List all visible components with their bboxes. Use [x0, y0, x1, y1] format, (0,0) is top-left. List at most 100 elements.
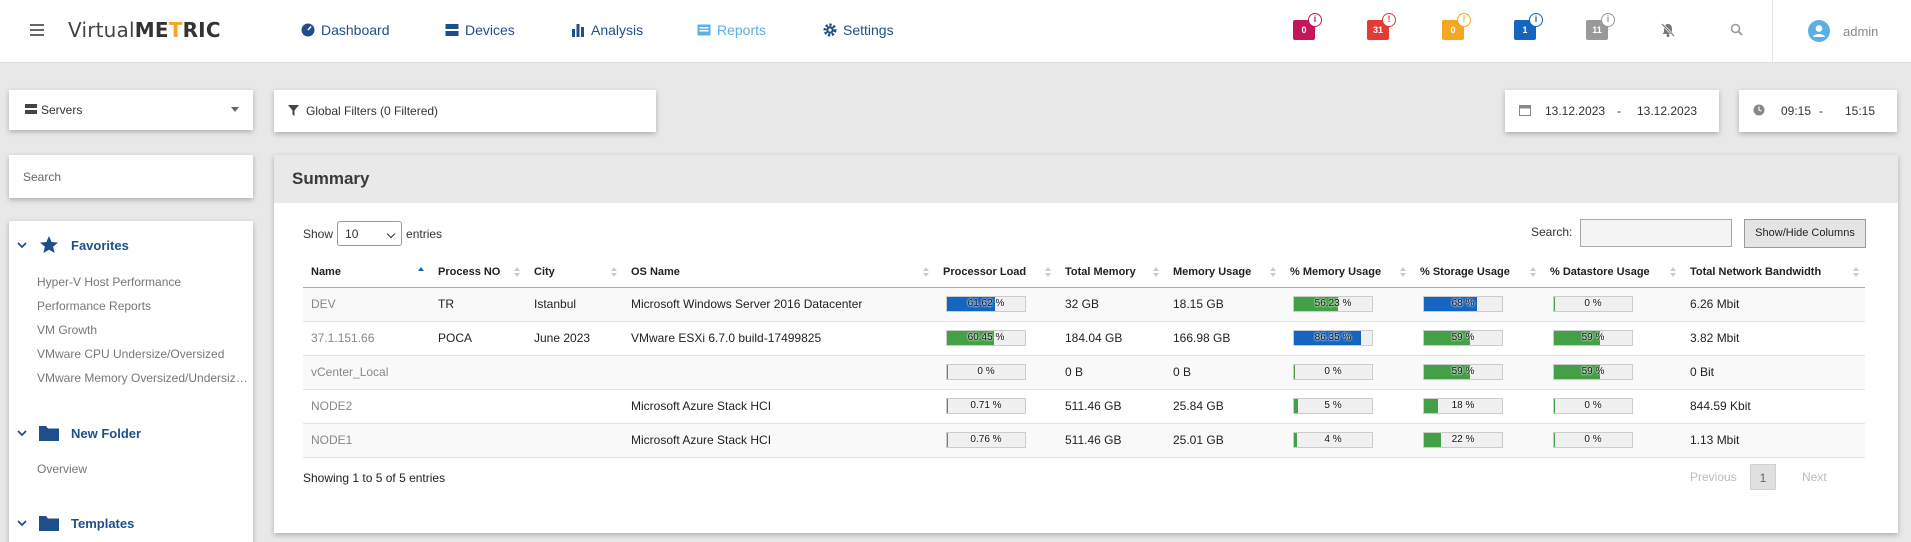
sidebar-item-hyperv-host-performance[interactable]: Hyper-V Host Performance [37, 275, 181, 289]
column-header[interactable]: Name [303, 257, 430, 288]
column-header[interactable]: OS Name [623, 257, 935, 288]
table-cell: 0 % [1542, 287, 1682, 322]
table-cell: 37.1.151.66 [303, 321, 430, 356]
time-range-picker[interactable]: 09:15 - 15:15 [1739, 90, 1897, 132]
column-header[interactable]: Total Network Bandwidth [1682, 257, 1865, 288]
table-row[interactable]: 37.1.151.66 POCA June 2023 VMware ESXi 6.7.… [303, 321, 1865, 356]
nav-analysis[interactable]: Analysis [571, 22, 643, 38]
alert-unknown[interactable]: 11 i [1586, 13, 1615, 40]
sort-icon [1270, 267, 1276, 277]
table-cell: 86.35 % [1282, 321, 1412, 356]
table-cell: Istanbul [526, 287, 623, 322]
top-navbar: VirtualMETRIC Dashboard Devices Analysis… [0, 0, 1911, 63]
username[interactable]: admin [1843, 24, 1878, 39]
sort-icon [611, 267, 617, 277]
table-cell: 59 % [1412, 321, 1542, 356]
sidebar-item-vmware-cpu[interactable]: VMware CPU Undersize/Oversized [37, 347, 224, 361]
notifications-muted-icon[interactable] [1660, 22, 1676, 38]
usage-bar: 0 % [1293, 364, 1373, 380]
table-cell: 0 % [1282, 355, 1412, 390]
nav-dashboard[interactable]: Dashboard [301, 22, 390, 38]
server-select[interactable]: Servers [9, 90, 253, 130]
column-header[interactable]: Total Memory [1057, 257, 1165, 288]
chevron-down-icon [386, 229, 396, 239]
table-row[interactable]: NODE1 Microsoft Azure Stack HCI 0.76 % 511.… [303, 423, 1865, 458]
pagination-page-1[interactable]: 1 [1750, 464, 1776, 490]
table-cell: TR [430, 287, 526, 322]
folder-templates[interactable]: Templates [9, 514, 134, 532]
alert-info[interactable]: 1i [1514, 13, 1543, 40]
chevron-down-icon [17, 520, 27, 527]
nav-analysis-label: Analysis [591, 22, 644, 38]
table-row[interactable]: vCenter_Local 0 % 0 B0 B 0 % 59 % 59 % 0 Bit [303, 355, 1865, 390]
pagination-previous[interactable]: Previous [1690, 470, 1737, 484]
show-hide-columns-button[interactable]: Show/Hide Columns [1744, 219, 1866, 248]
column-header[interactable]: Processor Load [935, 257, 1057, 288]
search-icon[interactable] [1729, 22, 1745, 38]
folder-new-folder[interactable]: New Folder [9, 424, 141, 442]
column-header-label: City [534, 265, 555, 278]
table-cell: 0.71 % [935, 389, 1057, 424]
usage-bar-label: 0 % [1324, 366, 1342, 377]
usage-bar: 86.35 % [1293, 330, 1373, 346]
table-cell: 6.26 Mbit [1682, 287, 1865, 322]
date-range-picker[interactable]: 13.12.2023 - 13.12.2023 [1505, 90, 1719, 132]
sort-icon [1670, 267, 1676, 277]
table-search-input[interactable] [1580, 219, 1732, 247]
avatar[interactable] [1808, 20, 1830, 42]
usage-bar-label: 4 % [1324, 434, 1342, 445]
usage-bar-label: 59 % [1451, 332, 1475, 343]
table-cell: 844.59 Kbit [1682, 389, 1865, 424]
global-filters-button[interactable]: Global Filters (0 Filtered) [274, 90, 656, 132]
folder-icon [39, 426, 59, 441]
hamburger-menu-icon[interactable] [30, 24, 44, 36]
column-header[interactable]: % Memory Usage [1282, 257, 1412, 288]
chevron-down-icon [17, 242, 27, 249]
column-header-label: Total Memory [1065, 265, 1136, 278]
dashboard-icon [301, 23, 315, 37]
folder-new-folder-label: New Folder [71, 425, 142, 441]
folder-favorites[interactable]: Favorites [9, 236, 129, 254]
alert-critical[interactable]: 0i [1293, 13, 1322, 40]
table-cell: 61.62 % [935, 287, 1057, 322]
table-cell [526, 355, 623, 390]
show-label: Show [303, 226, 334, 241]
nav-settings[interactable]: Settings [823, 22, 894, 38]
server-icon [25, 104, 37, 114]
nav-devices[interactable]: Devices [445, 22, 515, 38]
pagination-next[interactable]: Next [1802, 470, 1827, 484]
usage-bar: 56.23 % [1293, 296, 1373, 312]
page-size-select[interactable]: 10 [337, 221, 403, 246]
column-header[interactable]: Process NO [430, 257, 526, 288]
alert-error[interactable]: 31! [1367, 13, 1396, 40]
table-cell: 1.13 Mbit [1682, 423, 1865, 458]
column-header[interactable]: % Datastore Usage [1542, 257, 1682, 288]
calendar-icon [1519, 105, 1531, 116]
user-icon [1813, 25, 1825, 37]
usage-bar: 59 % [1423, 364, 1503, 380]
column-header-label: % Storage Usage [1420, 265, 1510, 278]
usage-bar: 0 % [1553, 432, 1633, 448]
sort-icon [1530, 267, 1536, 277]
sidebar-item-overview[interactable]: Overview [37, 462, 87, 476]
table-row[interactable]: DEV TR Istanbul Microsoft Windows Server 20… [303, 287, 1865, 322]
sidebar-item-vm-growth[interactable]: VM Growth [37, 323, 97, 337]
column-header[interactable]: % Storage Usage [1412, 257, 1542, 288]
sidebar-item-vmware-memory[interactable]: VMware Memory Oversized/Undersized [37, 371, 249, 385]
usage-bar: 60.45 % [946, 330, 1026, 346]
column-header-label: Memory Usage [1173, 265, 1252, 278]
summary-header: Summary [274, 155, 1898, 203]
sidebar-search-input[interactable] [9, 155, 253, 198]
alert-warning[interactable]: 0! [1442, 13, 1471, 40]
column-header-label: % Datastore Usage [1550, 265, 1650, 278]
column-header[interactable]: City [526, 257, 623, 288]
time-separator: - [1819, 104, 1823, 118]
column-header[interactable]: Memory Usage [1165, 257, 1282, 288]
nav-reports[interactable]: Reports [697, 22, 766, 38]
usage-bar-label: 0 % [1584, 400, 1602, 411]
table-cell: 0 % [1542, 423, 1682, 458]
star-icon [40, 236, 58, 253]
table-row[interactable]: NODE2 Microsoft Azure Stack HCI 0.71 % 511.… [303, 389, 1865, 424]
app-logo[interactable]: VirtualMETRIC [68, 18, 221, 42]
sidebar-item-performance-reports[interactable]: Performance Reports [37, 299, 151, 313]
